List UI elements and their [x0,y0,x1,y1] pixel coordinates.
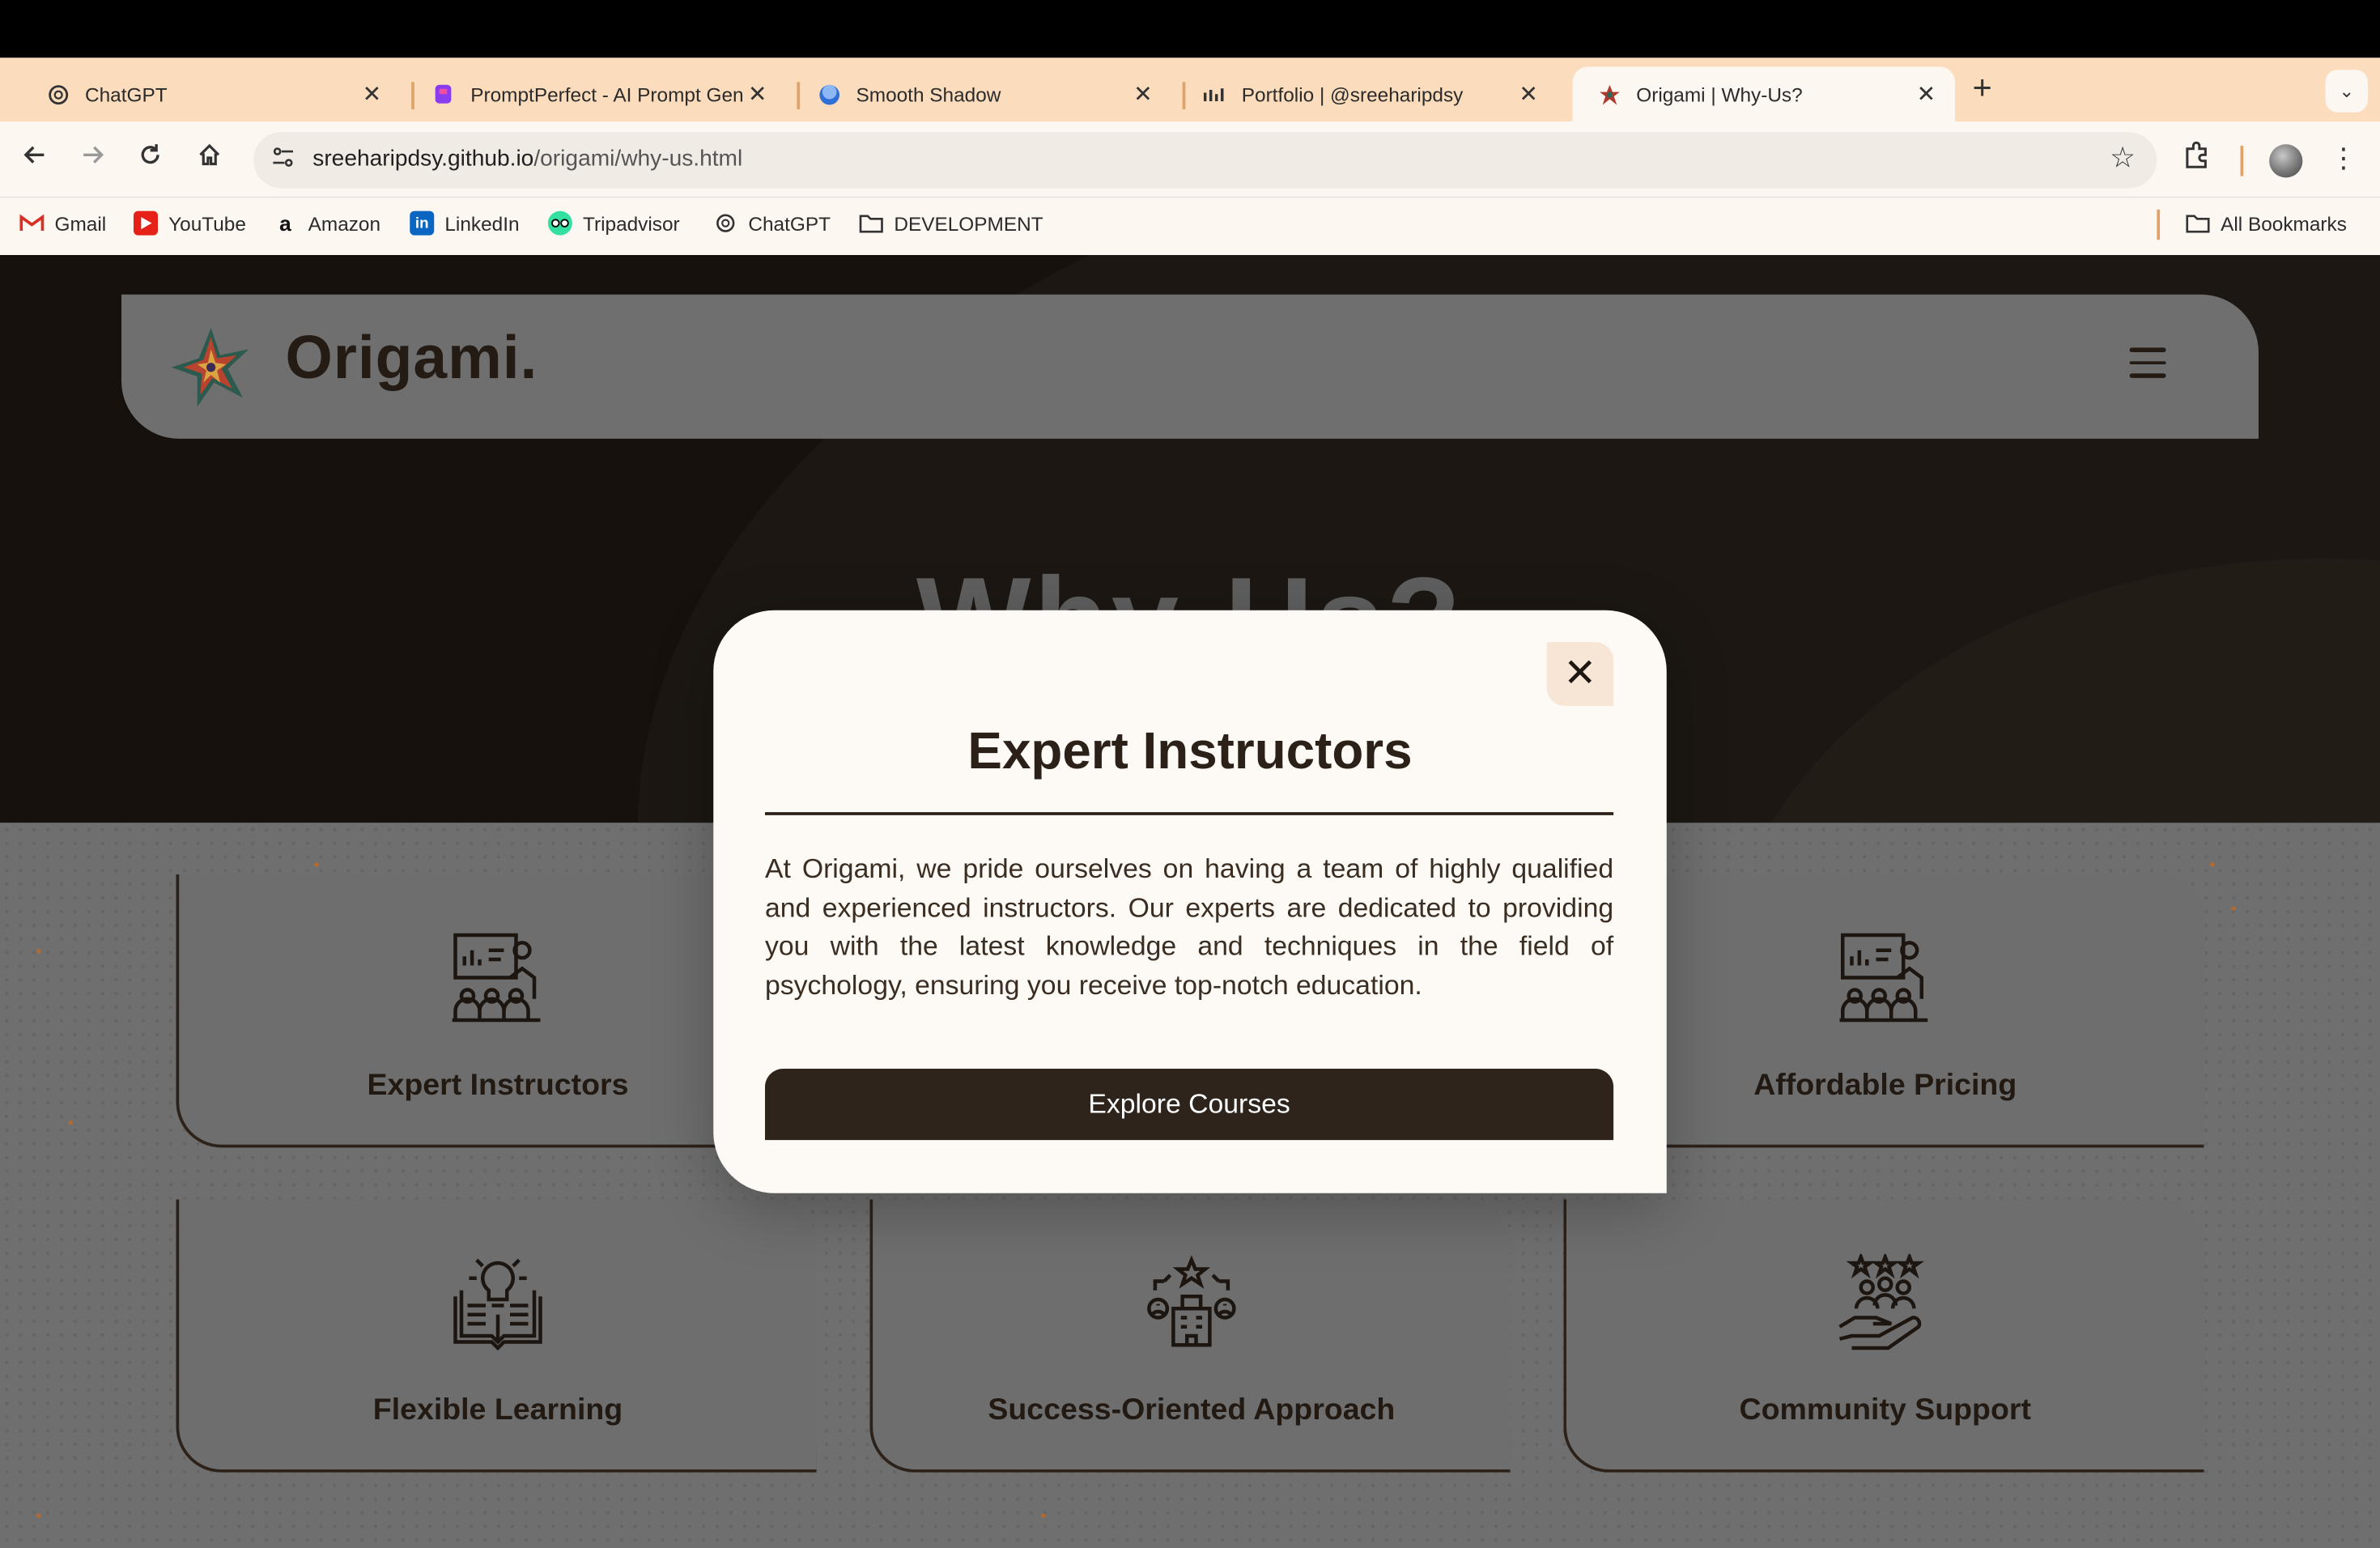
tab-promptperfect[interactable]: PromptPerfect - AI Prompt Generator ✕ [407,67,787,122]
folder-icon [859,211,883,236]
all-bookmarks-button[interactable]: All Bookmarks [2186,211,2347,236]
feature-card-flexible-learning[interactable]: Flexible Learning [176,1199,817,1473]
decorative-dot [36,1513,41,1518]
amazon-icon: a [279,211,291,236]
profile-avatar[interactable] [2269,144,2303,178]
bookmarks-separator [2157,209,2160,240]
address-bar[interactable]: sreeharipdsy.github.io/origami/why-us.ht… [253,132,2157,189]
hamburger-menu-icon[interactable] [2129,347,2166,381]
modal-body-text: At Origami, we pride ourselves on having… [765,853,1614,1000]
origami-logo-icon[interactable] [167,322,255,410]
chatgpt-icon [713,211,737,236]
linkedin-icon: in [410,211,435,236]
bookmark-linkedin[interactable]: in LinkedIn [410,211,520,236]
feature-card-success-oriented-approach[interactable]: Success-Oriented Approach [869,1199,1511,1473]
explore-courses-button[interactable]: Explore Courses [765,1069,1614,1141]
instructor-icon [1837,929,1934,1027]
feature-card-label: Community Support [1739,1393,2031,1427]
new-tab-button[interactable]: + [1967,69,1998,109]
tab-origami-why-us[interactable]: Origami | Why-Us? ✕ [1572,66,1955,121]
close-tab-icon[interactable]: ✕ [1913,80,1940,108]
modal-close-button[interactable]: ✕ [1546,642,1614,706]
tab-smooth-shadow[interactable]: Smooth Shadow ✕ [793,67,1172,122]
instructor-icon [449,929,546,1027]
tab-search-button[interactable]: ⌄ [2325,70,2368,113]
decorative-dot [2210,862,2215,867]
folder-icon [2186,211,2210,236]
youtube-icon [134,211,158,236]
tab-portfolio[interactable]: Portfolio | @sreeharipdsy ✕ [1178,67,1558,122]
success-building-icon [1143,1254,1240,1351]
modal-title: Expert Instructors [967,722,1413,780]
smooth-shadow-icon [817,82,841,106]
site-brand[interactable]: Origami. [286,325,538,393]
bookmark-amazon[interactable]: a Amazon [274,211,380,236]
decorative-dot [314,862,319,867]
toolbar-separator [2240,146,2243,176]
decorative-dot [36,948,41,954]
tab-strip: ChatGPT ✕ PromptPerfect - AI Prompt Gene… [0,57,2380,121]
bookmark-folder-development[interactable]: DEVELOPMENT [859,211,1043,236]
bookmarks-bar: Gmail YouTube a Amazon in LinkedIn Tripadv… [0,197,2380,255]
feature-card-label: Success-Oriented Approach [988,1393,1396,1427]
browser-menu-icon[interactable]: ⋮ [2330,142,2357,174]
home-icon[interactable] [189,140,229,180]
promptperfect-icon [431,82,456,106]
close-tab-icon[interactable]: ✕ [1515,80,1542,108]
feature-card-label: Flexible Learning [372,1393,623,1427]
close-tab-icon[interactable]: ✕ [1129,80,1157,108]
community-hand-icon [1837,1252,1934,1351]
feature-card-community-support[interactable]: Community Support [1563,1199,2204,1473]
modal-divider [765,812,1614,815]
tripadvisor-icon [547,211,572,236]
forward-arrow-icon[interactable] [73,140,113,180]
site-settings-icon[interactable] [269,146,296,173]
bookmark-gmail[interactable]: Gmail [19,211,106,236]
browser-chrome: ChatGPT ✕ PromptPerfect - AI Prompt Gene… [0,0,2380,255]
back-arrow-icon[interactable] [15,140,55,180]
gmail-icon [19,211,45,236]
url-text[interactable]: sreeharipdsy.github.io/origami/why-us.ht… [312,146,742,172]
feature-modal: ✕ Expert Instructors At Origami, we prid… [713,610,1667,1193]
extensions-puzzle-icon[interactable] [2182,141,2210,176]
close-tab-icon[interactable]: ✕ [744,80,771,108]
bookmark-youtube[interactable]: YouTube [134,211,246,236]
origami-icon [1597,82,1621,106]
decorative-dot [2231,906,2236,911]
close-tab-icon[interactable]: ✕ [359,80,386,108]
bookmark-tripadvisor[interactable]: Tripadvisor [547,211,680,236]
reload-icon[interactable] [130,140,170,180]
mac-menu-bar [0,0,2380,58]
chatgpt-icon [45,82,70,106]
tab-chatgpt[interactable]: ChatGPT ✕ [21,67,401,122]
portfolio-icon [1202,82,1226,106]
bookmark-chatgpt[interactable]: ChatGPT [713,211,831,236]
bookmark-star-icon[interactable]: ☆ [2110,141,2136,176]
decorative-dot [1041,1513,1046,1518]
decorative-dot [68,1120,73,1125]
lightbulb-book-icon [449,1254,546,1351]
site-navbar: Origami. [121,294,2259,439]
web-page: Why-Us? Origami. [0,255,2380,1548]
